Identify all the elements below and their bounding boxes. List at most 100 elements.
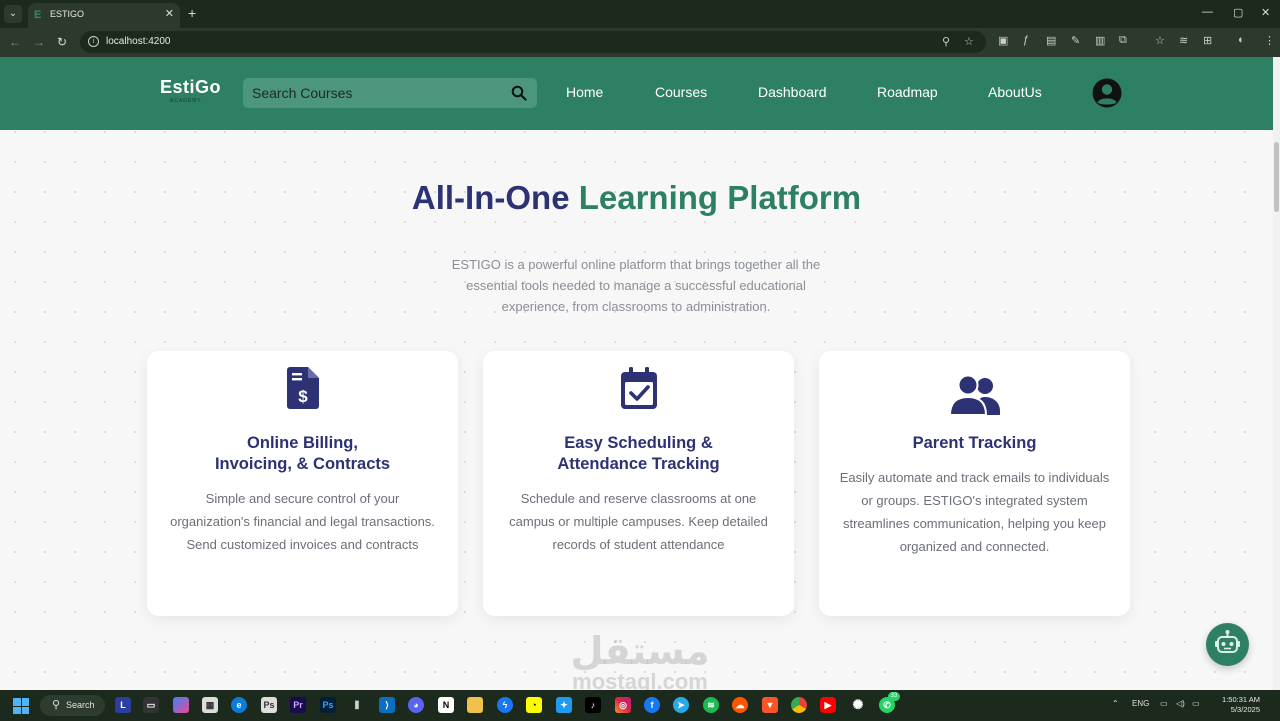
hero-description: ESTIGO is a powerful online platform tha… — [451, 257, 821, 314]
page-viewport: EstiGo ACADEMY Home Courses Dashboard Ro… — [0, 57, 1273, 690]
watermark-arabic: مستقل — [570, 629, 710, 673]
edge-icon[interactable]: e — [231, 697, 247, 713]
url-text[interactable]: localhost:4200 — [106, 36, 171, 47]
nav-link-aboutus[interactable]: AboutUs — [988, 84, 1042, 100]
store-icon[interactable]: ▦ — [202, 697, 218, 713]
clock-time: 1:50:31 AM — [1222, 695, 1260, 704]
forward-icon[interactable]: → — [33, 35, 45, 49]
extension-pen-icon[interactable]: ✎ — [1071, 34, 1080, 47]
vscode-icon[interactable]: ⟩ — [379, 697, 395, 713]
premiere-icon[interactable]: Pr — [290, 697, 306, 713]
card-title-line1: Easy Scheduling & — [564, 434, 713, 452]
page-scrollbar[interactable] — [1273, 57, 1280, 690]
address-bar[interactable]: i localhost:4200 ⚲ ☆ — [80, 31, 986, 53]
mostaql-watermark: مستقل mostaql.com — [560, 631, 720, 690]
whatsapp-badge: 33 — [888, 692, 900, 701]
card-description: Simple and secure control of your organi… — [170, 491, 435, 552]
back-icon[interactable]: ← — [9, 35, 21, 49]
nav-link-courses[interactable]: Courses — [655, 84, 707, 100]
search-icon[interactable] — [511, 85, 527, 101]
card-description: Easily automate and track emails to indi… — [839, 470, 1110, 554]
scrollbar-thumb[interactable] — [1274, 142, 1279, 212]
photoshop-icon[interactable]: Ps — [320, 697, 336, 713]
youtube-icon[interactable]: ▶ — [820, 697, 836, 713]
course-search — [243, 78, 537, 108]
tab-groups-icon[interactable]: ≋ — [1179, 34, 1188, 47]
tiktok-icon[interactable]: ♪ — [585, 697, 601, 713]
tray-overflow-icon[interactable]: ⌃ — [1112, 699, 1119, 708]
bookmarks-icon[interactable]: ☆ — [1155, 34, 1165, 47]
card-title: Easy Scheduling & Attendance Tracking — [493, 433, 784, 475]
extension-translate-icon[interactable]: ▤ — [1046, 34, 1056, 47]
chrome-icon[interactable] — [791, 697, 807, 713]
brave-icon[interactable]: ▼ — [762, 697, 778, 713]
telegram-icon[interactable]: ➤ — [673, 697, 689, 713]
new-tab-icon[interactable]: + — [188, 5, 196, 21]
app-l-icon[interactable]: L — [115, 697, 131, 713]
terminal-icon[interactable]: ▭ — [143, 697, 159, 713]
instagram-icon[interactable]: ◎ — [615, 697, 631, 713]
photoshop-alt-icon[interactable]: Ps — [261, 697, 277, 713]
bookmark-star-icon[interactable]: ☆ — [964, 35, 974, 48]
reload-icon[interactable]: ↻ — [57, 35, 67, 49]
card-description: Schedule and reserve classrooms at one c… — [509, 491, 768, 552]
hero-title: All-In-One Learning Platform — [0, 179, 1273, 217]
nav-link-home[interactable]: Home — [566, 84, 603, 100]
user-avatar-icon[interactable] — [1092, 78, 1122, 108]
twitter-icon[interactable]: ✦ — [556, 697, 572, 713]
browser-tab[interactable]: E ESTIGO ✕ — [28, 3, 180, 28]
nav-link-roadmap[interactable]: Roadmap — [877, 84, 938, 100]
apps-grid-icon[interactable]: ⊞ — [1203, 34, 1212, 47]
hero-title-part2: Learning Platform — [578, 179, 862, 216]
window-close-icon[interactable]: ✕ — [1261, 6, 1270, 19]
card-title-line2: Invoicing, & Contracts — [214, 455, 391, 473]
tab-title: ESTIGO — [50, 9, 85, 19]
search-input[interactable] — [243, 78, 503, 108]
network-icon[interactable]: ▭ — [1160, 699, 1168, 708]
battery-icon[interactable]: ▭ — [1192, 699, 1200, 708]
estigo-favicon-icon: E — [34, 9, 42, 21]
feature-card-scheduling: Easy Scheduling & Attendance Tracking Sc… — [483, 351, 794, 616]
site-logo[interactable]: EstiGo ACADEMY — [160, 77, 221, 107]
logo-subtitle: ACADEMY — [170, 98, 202, 104]
robot-icon — [1215, 630, 1240, 653]
soundcloud-icon[interactable]: ☁ — [732, 697, 748, 713]
taskbar-search[interactable]: ⚲ Search — [40, 695, 105, 716]
browser-menu-icon[interactable]: ⋮ — [1264, 34, 1275, 47]
profile-avatar-icon[interactable]: ◐ — [1238, 34, 1245, 46]
card-title: Parent Tracking — [829, 433, 1120, 454]
discord-icon[interactable]: ◕ — [408, 697, 424, 713]
copilot-icon[interactable] — [173, 697, 189, 713]
minimize-icon[interactable]: — — [1202, 6, 1213, 18]
notion-icon[interactable]: N — [438, 697, 454, 713]
messenger-icon[interactable]: ϟ — [497, 697, 513, 713]
spotify-icon[interactable]: ≋ — [703, 697, 719, 713]
clock-date: 5/3/2025 — [1230, 705, 1260, 714]
volume-icon[interactable]: ◁) — [1176, 699, 1185, 708]
snapchat-icon[interactable]: ◔ — [526, 697, 542, 713]
taskbar-clock[interactable]: 1:50:31 AM 5/3/2025 — [1208, 695, 1260, 715]
windows-taskbar: ⚲ Search L ▭ ▦ e Ps Pr Ps ⫼ ⟩ ◕ N ϟ ◔ ✦ … — [0, 690, 1280, 721]
language-indicator[interactable]: ENG — [1132, 699, 1149, 708]
windows-start-icon[interactable] — [13, 698, 29, 714]
calendar-check-icon — [620, 367, 657, 409]
facebook-icon[interactable]: f — [644, 697, 660, 713]
feature-card-billing: $ Online Billing, Invoicing, & Contracts… — [147, 351, 458, 616]
tab-close-icon[interactable]: ✕ — [165, 7, 174, 20]
chatbot-button[interactable] — [1206, 623, 1249, 666]
card-title: Online Billing, Invoicing, & Contracts — [157, 433, 448, 475]
maximize-icon[interactable]: ▢ — [1233, 6, 1243, 19]
zoom-icon[interactable]: ⚲ — [942, 35, 950, 48]
site-info-icon[interactable]: i — [88, 36, 99, 47]
file-explorer-icon[interactable] — [467, 697, 483, 713]
extension-screenshot-icon[interactable]: ▣ — [998, 34, 1008, 47]
nav-link-dashboard[interactable]: Dashboard — [758, 84, 827, 100]
extension-doc-icon[interactable]: ▥ — [1095, 34, 1105, 47]
extension-font-icon[interactable]: ƒ — [1023, 34, 1029, 46]
browser-tab-bar: ⌄ E ESTIGO ✕ + — ▢ ✕ — [0, 0, 1280, 28]
chatgpt-icon[interactable]: ✺ — [850, 697, 866, 713]
tab-search-button[interactable]: ⌄ — [4, 5, 22, 23]
extensions-puzzle-icon[interactable]: ⧉ — [1119, 34, 1127, 47]
card-title-line2: Attendance Tracking — [557, 455, 720, 473]
audio-app-icon[interactable]: ⫼ — [349, 697, 365, 713]
